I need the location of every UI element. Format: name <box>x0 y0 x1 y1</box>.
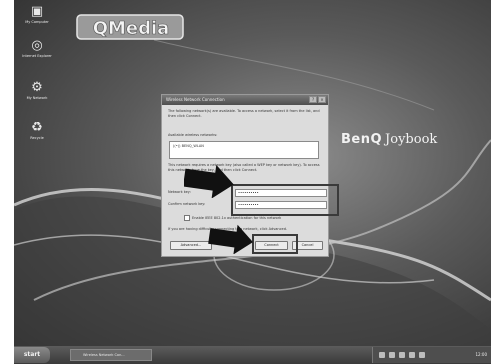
key-fields-highlight-box <box>231 184 339 216</box>
network-list[interactable]: ((•)) BENQ_WLAN <box>169 141 319 159</box>
desktop-icon-internet-explorer[interactable]: ◎ Internet Explorer <box>20 38 54 58</box>
desktop-icon-my-computer[interactable]: ▣ My Computer <box>20 4 54 24</box>
benq-joybook-brand: BenQ Joybook <box>341 128 437 147</box>
tray-icon[interactable] <box>399 352 405 358</box>
taskbar: start Wireless Network Con... 12:00 <box>14 346 491 364</box>
help-icon[interactable]: ? <box>309 96 317 103</box>
checkbox-box[interactable] <box>184 215 190 221</box>
qmedia-logo: QMedia <box>76 14 184 40</box>
dialog-title: Wireless Network Connection <box>166 97 225 102</box>
dialog-intro-text: The following network(s) are available. … <box>168 109 320 118</box>
tray-icon[interactable] <box>409 352 415 358</box>
svg-text:QMedia: QMedia <box>93 18 170 39</box>
taskbar-item[interactable]: Wireless Network Con... <box>70 349 152 361</box>
desktop-icon-label: My Network <box>26 96 48 100</box>
computer-icon: ▣ <box>30 4 44 19</box>
desktop-icon-label: Internet Explorer <box>22 54 52 58</box>
desktop-icon-label: My Computer <box>25 20 49 24</box>
arrow-icon <box>184 164 234 198</box>
desktop-icon-label: Recycle <box>30 136 44 140</box>
wireless-icon: ((•)) <box>173 144 181 148</box>
arrow-icon <box>208 224 253 254</box>
tray-icon[interactable] <box>389 352 395 358</box>
start-button[interactable]: start <box>14 347 50 363</box>
clock[interactable]: 12:00 <box>475 352 487 357</box>
taskbar-item-label: Wireless Network Con... <box>83 353 125 357</box>
available-networks-label: Available wireless networks: <box>168 133 218 137</box>
system-tray: 12:00 <box>372 347 491 363</box>
close-icon[interactable]: × <box>318 96 326 103</box>
brand-name: BenQ <box>341 132 383 147</box>
network-icon: ⚙ <box>31 80 43 95</box>
desktop-icon-recycle[interactable]: ♻ Recycle <box>20 120 54 140</box>
tray-icon[interactable] <box>419 352 425 358</box>
dialog-titlebar[interactable]: Wireless Network Connection ? × <box>162 95 328 105</box>
checkbox-label: Enable IEEE 802.1x authentication for th… <box>192 216 282 220</box>
list-item[interactable]: BENQ_WLAN <box>182 144 204 148</box>
confirm-key-label: Confirm network key: <box>168 202 206 206</box>
browser-icon: ◎ <box>31 38 43 53</box>
desktop-icon-network[interactable]: ⚙ My Network <box>20 80 54 100</box>
recycle-icon: ♻ <box>31 120 43 135</box>
connect-highlight-box <box>252 234 298 254</box>
tray-icon[interactable] <box>379 352 385 358</box>
brand-product: Joybook <box>385 132 438 147</box>
advanced-button[interactable]: Advanced... <box>170 241 212 250</box>
